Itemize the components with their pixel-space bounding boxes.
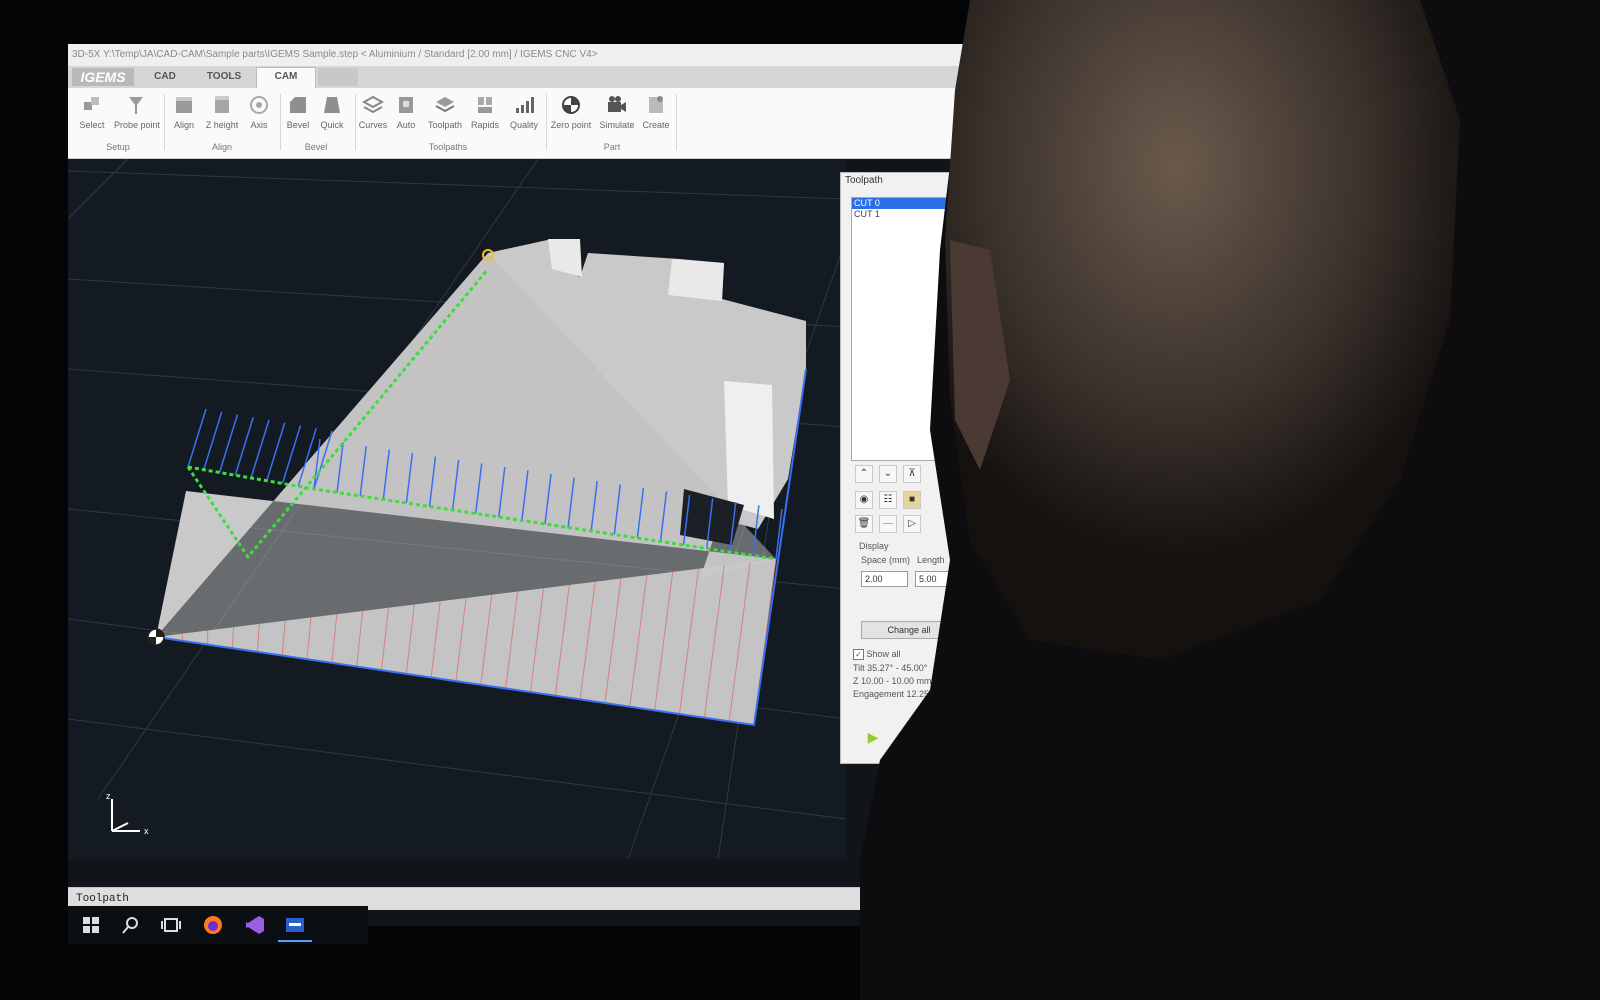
group-part-label: Part xyxy=(603,142,621,152)
igems-app-icon[interactable] xyxy=(284,914,306,936)
create-button[interactable]: Create xyxy=(636,94,676,140)
tool-vector xyxy=(234,417,254,476)
visual-studio-icon[interactable] xyxy=(244,914,266,936)
tab-tools[interactable]: TOOLS xyxy=(194,68,254,86)
z-height-icon xyxy=(215,96,229,113)
tab-cam[interactable]: CAM xyxy=(256,67,316,89)
quick-label: Quick xyxy=(320,120,344,130)
select-label: Select xyxy=(79,120,105,130)
toolpath-icon xyxy=(435,97,455,113)
tool-vector xyxy=(250,419,270,479)
auto-icon xyxy=(399,97,413,113)
group-align-label: Align xyxy=(211,142,232,152)
z-height-label: Z height xyxy=(205,120,239,130)
zero-point-label: Zero point xyxy=(550,120,592,130)
app-logo[interactable]: IGEMS xyxy=(72,68,134,86)
tool-vector xyxy=(218,414,239,473)
group-toolpaths-label: Toolpaths xyxy=(428,142,468,152)
ribbon-tab-bar: IGEMS CAD TOOLS CAM xyxy=(68,66,968,89)
taskbar xyxy=(68,906,368,944)
firefox-icon[interactable] xyxy=(202,914,224,936)
quality-button[interactable]: Quality xyxy=(502,94,546,140)
toolpath-button[interactable]: Toolpath xyxy=(422,94,468,140)
axis-button[interactable]: Axis xyxy=(240,94,278,140)
axis-triad-icon: z x xyxy=(106,791,149,836)
z-height-button[interactable]: Z height xyxy=(202,94,242,140)
rapids-button[interactable]: Rapids xyxy=(464,94,506,140)
svg-text:x: x xyxy=(144,826,149,836)
toolpath-label: Toolpath xyxy=(427,120,463,130)
group-setup-label: Setup xyxy=(106,142,130,152)
slot-wall xyxy=(668,259,724,301)
group-bevel-label: Bevel xyxy=(304,142,328,152)
quality-label: Quality xyxy=(509,120,538,130)
align-button[interactable]: Align xyxy=(164,94,204,140)
windows-start-icon[interactable] xyxy=(80,914,102,936)
simulate-button[interactable]: Simulate xyxy=(594,94,640,140)
select-button[interactable]: Select xyxy=(70,94,114,140)
person-silhouette xyxy=(860,0,1600,1000)
auto-label: Auto xyxy=(396,120,416,130)
camera-icon xyxy=(608,96,626,112)
tab-cad[interactable]: CAD xyxy=(140,68,190,86)
quick-icon xyxy=(324,97,340,113)
probe-icon xyxy=(129,97,143,114)
3d-viewport[interactable]: z x xyxy=(68,159,846,859)
align-label: Align xyxy=(173,120,194,130)
tool-vector xyxy=(203,411,223,470)
align-icon xyxy=(176,97,192,113)
slot-wall xyxy=(724,381,774,519)
task-view-icon[interactable] xyxy=(160,914,182,936)
viewport-scene: z x xyxy=(68,159,846,859)
axis-icon xyxy=(250,96,268,114)
quality-bars-icon xyxy=(516,97,534,113)
curves-icon xyxy=(362,95,384,114)
svg-text:z: z xyxy=(106,791,111,801)
create-label: Create xyxy=(642,120,670,130)
window-title: 3D-5X Y:\Temp\JA\CAD-CAM\Sample parts\IG… xyxy=(68,44,968,66)
zero-point-icon xyxy=(562,96,580,114)
axis-label: Axis xyxy=(250,120,268,130)
probe-point-label: Probe point xyxy=(114,120,161,130)
active-app-indicator xyxy=(278,940,312,942)
quick-button[interactable]: Quick xyxy=(312,94,352,140)
application-window: 3D-5X Y:\Temp\JA\CAD-CAM\Sample parts\IG… xyxy=(68,44,968,926)
auto-button[interactable]: Auto xyxy=(386,94,426,140)
rapids-label: Rapids xyxy=(470,120,499,130)
tool-vector xyxy=(266,422,286,481)
ribbon-toolbar: Select Probe point Align Z height Axis B… xyxy=(68,88,968,159)
search-icon[interactable] xyxy=(120,914,142,936)
simulate-label: Simulate xyxy=(599,120,635,130)
rapids-icon xyxy=(478,97,492,113)
monitor: 3D-5X Y:\Temp\JA\CAD-CAM\Sample parts\IG… xyxy=(0,0,1600,1000)
select-icon xyxy=(84,97,99,110)
tool-vector xyxy=(187,408,207,468)
bevel-icon xyxy=(290,97,306,113)
zero-point-marker-icon xyxy=(147,628,165,646)
probe-point-button[interactable]: Probe point xyxy=(114,94,161,140)
tab-extra[interactable] xyxy=(318,68,358,86)
zero-point-button[interactable]: Zero point xyxy=(548,94,594,140)
ribbon-divider xyxy=(676,94,677,150)
create-icon xyxy=(649,96,663,113)
ribbon-divider xyxy=(546,94,547,150)
